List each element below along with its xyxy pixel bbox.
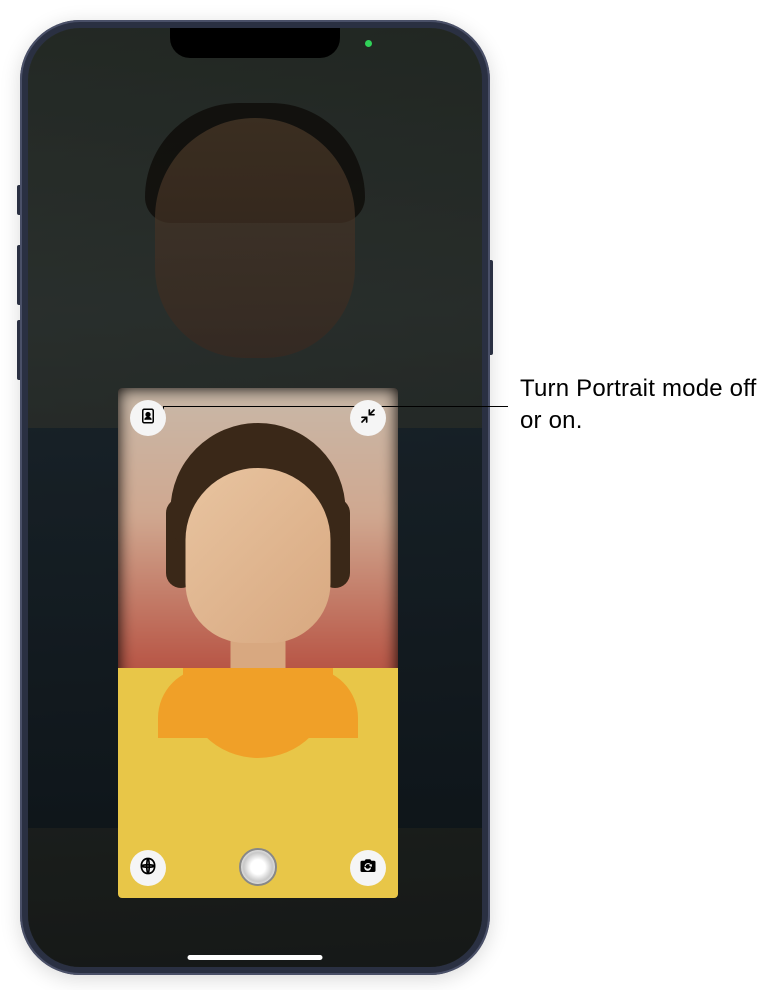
effects-icon bbox=[138, 856, 158, 881]
collapse-tile-button[interactable] bbox=[350, 400, 386, 436]
iphone-frame bbox=[20, 20, 490, 975]
iphone-screen bbox=[28, 28, 482, 967]
self-view-tile[interactable] bbox=[118, 388, 398, 898]
home-indicator[interactable] bbox=[188, 955, 323, 960]
side-button bbox=[490, 260, 493, 355]
flip-camera-icon bbox=[359, 857, 377, 880]
portrait-mode-icon bbox=[139, 407, 157, 430]
callout-portrait-mode: Turn Portrait mode off or on. bbox=[520, 373, 780, 438]
notch bbox=[170, 28, 340, 58]
ring-switch bbox=[17, 185, 20, 215]
flip-camera-button[interactable] bbox=[350, 850, 386, 886]
volume-up-button bbox=[17, 245, 20, 305]
collapse-icon bbox=[360, 408, 376, 429]
capture-photo-button[interactable] bbox=[239, 848, 277, 886]
portrait-mode-button[interactable] bbox=[130, 400, 166, 436]
effects-button[interactable] bbox=[130, 850, 166, 886]
camera-active-indicator-icon bbox=[365, 40, 372, 47]
volume-down-button bbox=[17, 320, 20, 380]
callout-leader-line bbox=[163, 406, 508, 407]
